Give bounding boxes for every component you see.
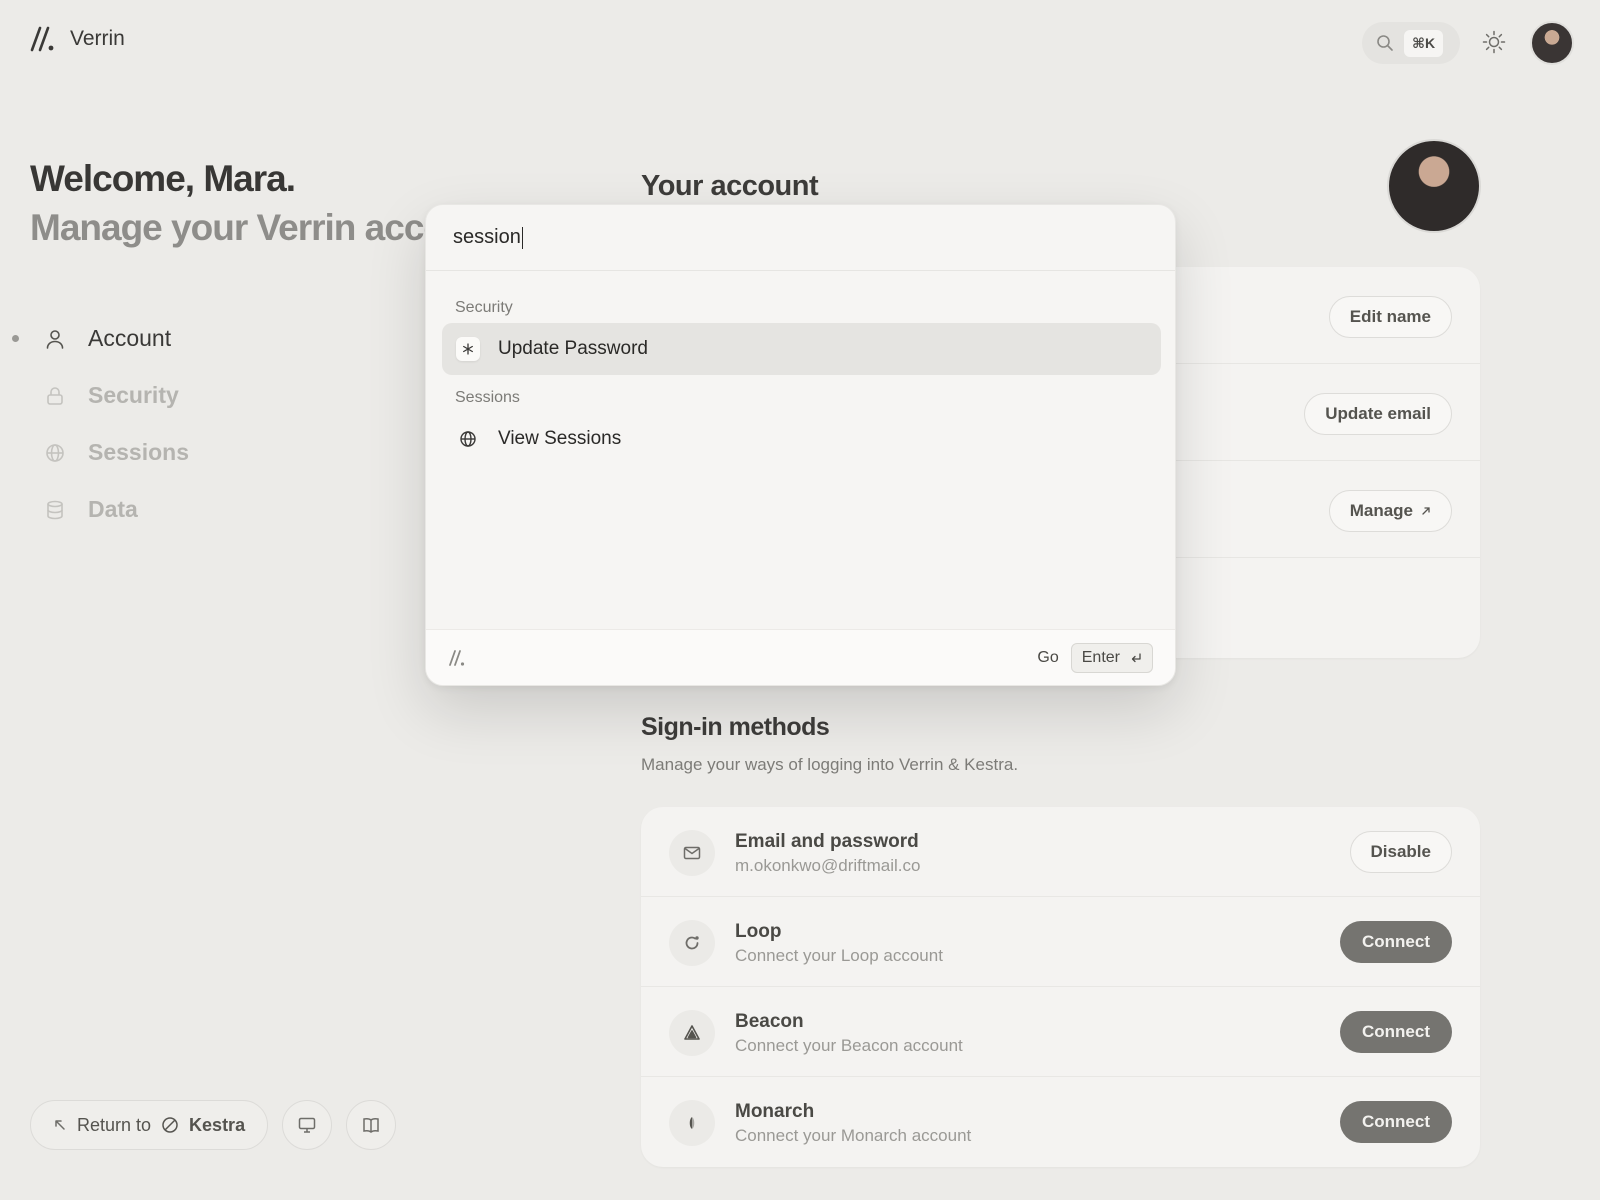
- sidebar-item-label: Account: [88, 325, 172, 351]
- docs-button[interactable]: [346, 1100, 397, 1150]
- enter-label: Enter: [1081, 648, 1120, 666]
- slash-logo-icon: [30, 26, 56, 52]
- top-bar: Verrin ⌘K: [0, 0, 1600, 86]
- signin-section-subtitle: Manage your ways of logging into Verrin …: [641, 755, 1019, 774]
- brand-name: Verrin: [70, 27, 125, 50]
- result-group-label: Security: [455, 299, 513, 316]
- database-icon: [44, 499, 66, 521]
- manage-label: Manage: [1349, 501, 1413, 520]
- text-caret: [521, 226, 524, 249]
- edit-name-button[interactable]: Edit name: [1328, 296, 1452, 338]
- result-view-sessions[interactable]: View Sessions: [442, 413, 1161, 465]
- sidebar-item-data[interactable]: Data: [0, 481, 300, 538]
- command-query: session: [453, 226, 521, 248]
- disable-email-button[interactable]: Disable: [1349, 831, 1452, 873]
- book-icon: [361, 1115, 381, 1135]
- method-row-email: Email and password m.okonkwo@driftmail.c…: [641, 807, 1480, 897]
- search-icon: [1376, 34, 1394, 52]
- mail-icon: [669, 830, 715, 876]
- result-group-label: Sessions: [455, 389, 520, 406]
- sidebar-item-label: Data: [88, 496, 138, 522]
- sidebar-item-sessions[interactable]: Sessions: [0, 424, 300, 481]
- profile-photo[interactable]: [1387, 139, 1481, 233]
- sidebar-item-security[interactable]: Security: [0, 367, 300, 424]
- method-subtitle: Connect your Beacon account: [735, 1036, 963, 1055]
- result-update-password[interactable]: Update Password: [442, 323, 1161, 375]
- loop-icon: [669, 920, 715, 966]
- connect-loop-button[interactable]: Connect: [1340, 921, 1452, 963]
- active-indicator: [12, 335, 19, 342]
- command-search-input[interactable]: session: [426, 205, 1175, 271]
- method-row-monarch: Monarch Connect your Monarch account Con…: [641, 1077, 1480, 1167]
- globe-icon: [456, 427, 480, 451]
- sidebar-nav: Account Security Sessions Data: [0, 310, 300, 538]
- sidebar-item-label: Sessions: [88, 439, 189, 465]
- return-to-app-button[interactable]: Return to Kestra: [30, 1100, 269, 1150]
- kestra-logo-icon: [161, 1116, 179, 1134]
- command-palette: session Security Update Password Session…: [425, 204, 1176, 686]
- account-section-title: Your account: [641, 170, 819, 202]
- method-subtitle: m.okonkwo@driftmail.co: [735, 856, 921, 875]
- return-label: Return to: [77, 1114, 152, 1135]
- method-subtitle: Connect your Monarch account: [735, 1126, 972, 1145]
- monitor-icon: [297, 1115, 317, 1135]
- enter-key-hint[interactable]: Enter: [1070, 642, 1153, 673]
- connect-monarch-button[interactable]: Connect: [1340, 1101, 1452, 1143]
- method-row-beacon: Beacon Connect your Beacon account Conne…: [641, 987, 1480, 1077]
- result-label: Update Password: [498, 338, 648, 359]
- manage-button[interactable]: Manage: [1328, 490, 1452, 532]
- method-title: Loop: [735, 921, 782, 942]
- connect-beacon-button[interactable]: Connect: [1340, 1011, 1452, 1053]
- beacon-icon: [669, 1010, 715, 1056]
- arrow-up-left-icon: [53, 1118, 67, 1132]
- slash-logo-icon: [448, 649, 466, 667]
- globe-icon: [44, 442, 66, 464]
- sun-icon: [1482, 30, 1508, 54]
- user-icon: [44, 328, 66, 350]
- external-link-icon: [1421, 506, 1431, 516]
- go-label: Go: [1037, 648, 1059, 666]
- welcome-title: Welcome, Mara.: [30, 158, 296, 199]
- result-label: View Sessions: [498, 428, 622, 449]
- brand[interactable]: Verrin: [30, 26, 125, 52]
- method-row-loop: Loop Connect your Loop account Connect: [641, 897, 1480, 987]
- user-avatar-button[interactable]: [1530, 21, 1574, 65]
- method-title: Beacon: [735, 1011, 804, 1032]
- command-palette-footer: Go Enter: [426, 629, 1175, 685]
- monarch-icon: [669, 1100, 715, 1146]
- lock-icon: [44, 385, 66, 407]
- signin-methods-card: Email and password m.okonkwo@driftmail.c…: [641, 807, 1480, 1167]
- signin-section-title: Sign-in methods: [641, 713, 830, 741]
- search-button[interactable]: ⌘K: [1362, 22, 1460, 64]
- return-key-icon: [1130, 652, 1142, 664]
- method-title: Monarch: [735, 1101, 815, 1122]
- method-title: Email and password: [735, 831, 919, 852]
- sidebar-item-account[interactable]: Account: [0, 310, 300, 367]
- return-target: Kestra: [189, 1114, 246, 1135]
- sidebar-footer: Return to Kestra: [30, 1100, 397, 1150]
- display-settings-button[interactable]: [282, 1100, 333, 1150]
- sidebar-item-label: Security: [88, 382, 179, 408]
- method-subtitle: Connect your Loop account: [735, 946, 943, 965]
- update-email-button[interactable]: Update email: [1304, 393, 1452, 435]
- theme-toggle-button[interactable]: [1482, 30, 1508, 56]
- asterisk-icon: [456, 337, 480, 361]
- search-shortcut: ⌘K: [1404, 29, 1444, 57]
